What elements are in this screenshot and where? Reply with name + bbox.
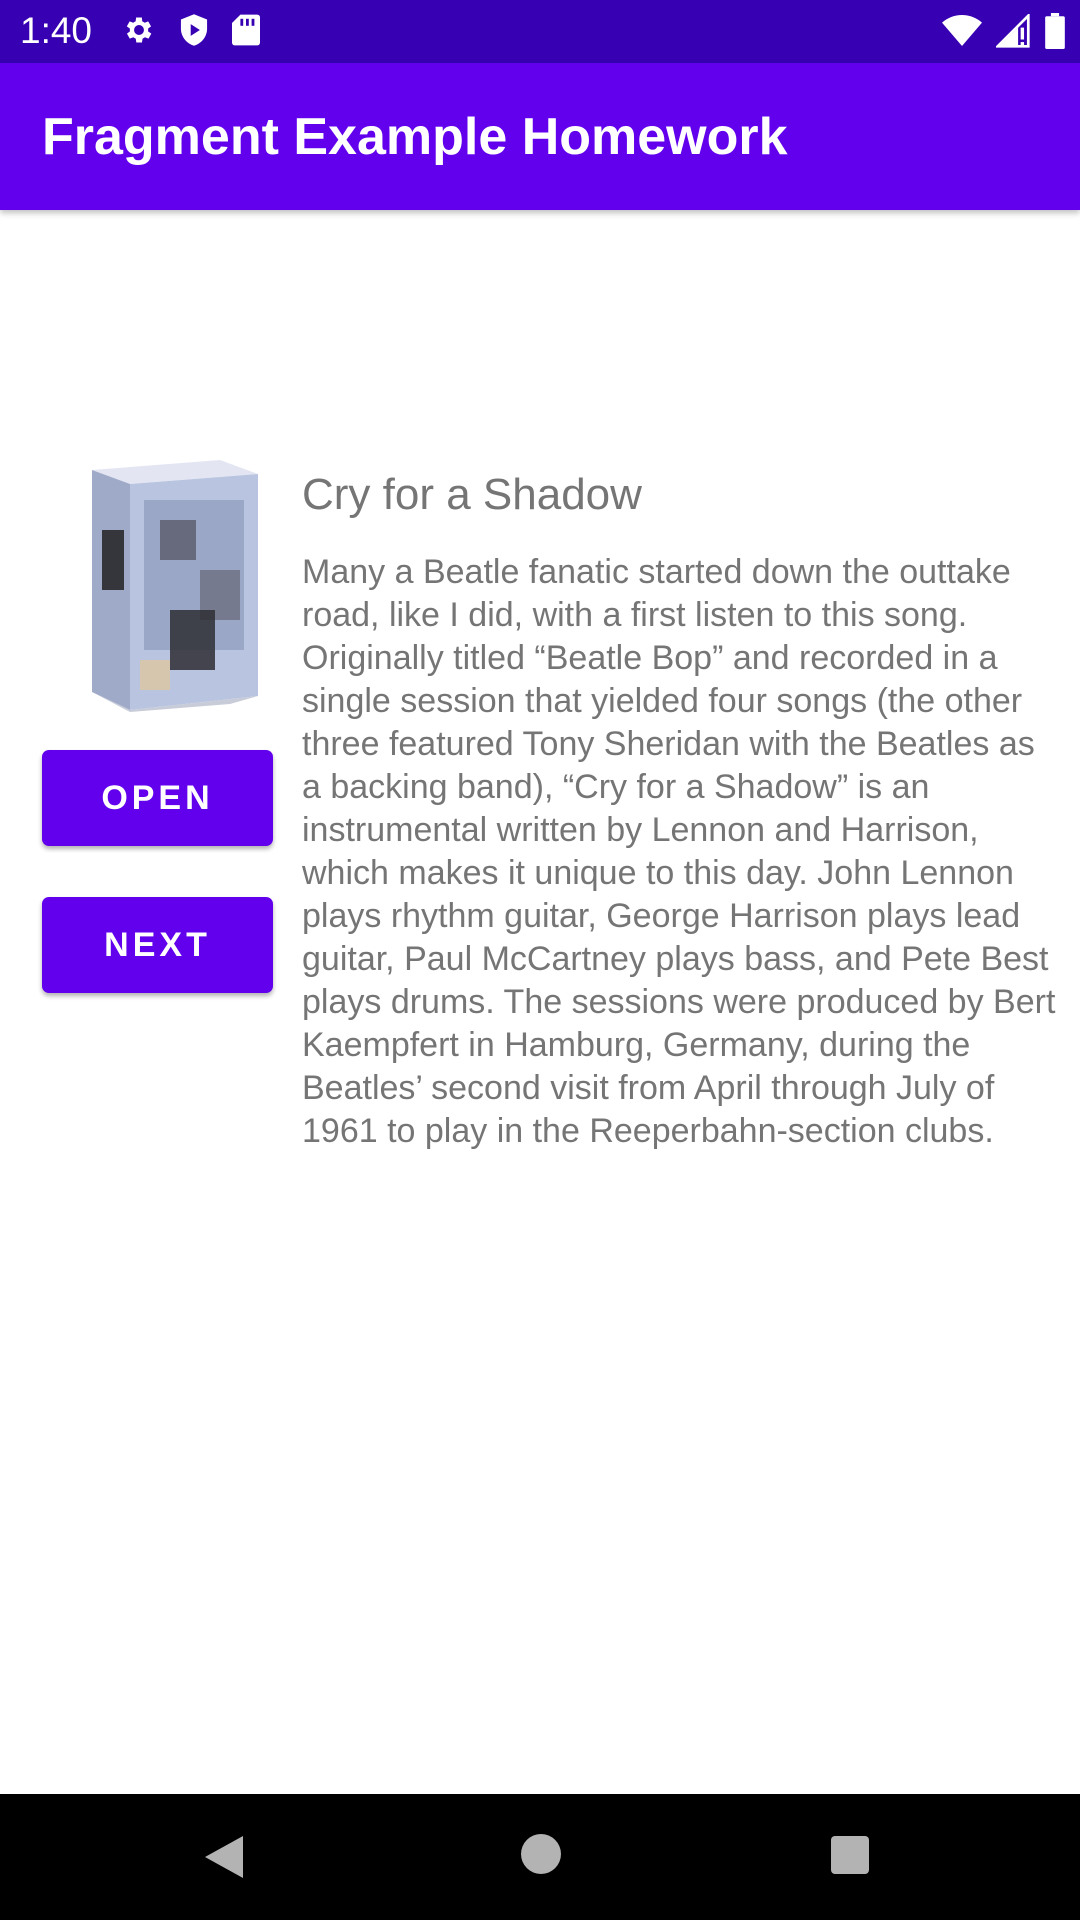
recents-icon[interactable] — [831, 1836, 869, 1874]
app-title: Fragment Example Homework — [42, 108, 788, 166]
battery-icon — [1044, 13, 1066, 53]
back-icon[interactable] — [203, 1834, 245, 1884]
status-icons-right — [942, 12, 1066, 53]
status-icons-left — [122, 13, 260, 51]
home-icon[interactable] — [521, 1834, 561, 1874]
app-bar: Fragment Example Homework — [0, 63, 1080, 210]
next-button[interactable]: NEXT — [42, 897, 273, 993]
navigation-bar — [0, 1794, 1080, 1920]
song-description: Many a Beatle fanatic started down the o… — [302, 553, 1056, 1150]
play-protect-icon — [178, 13, 210, 51]
sd-card-icon — [232, 13, 260, 51]
status-bar: 1:40 — [0, 0, 1080, 63]
gear-icon — [122, 13, 156, 51]
song-title: Cry for a Shadow — [302, 470, 642, 519]
album-cover-image — [80, 460, 266, 712]
status-time: 1:40 — [20, 10, 93, 51]
wifi-icon — [942, 14, 982, 52]
signal-icon — [994, 12, 1030, 52]
open-button[interactable]: OPEN — [42, 750, 273, 846]
